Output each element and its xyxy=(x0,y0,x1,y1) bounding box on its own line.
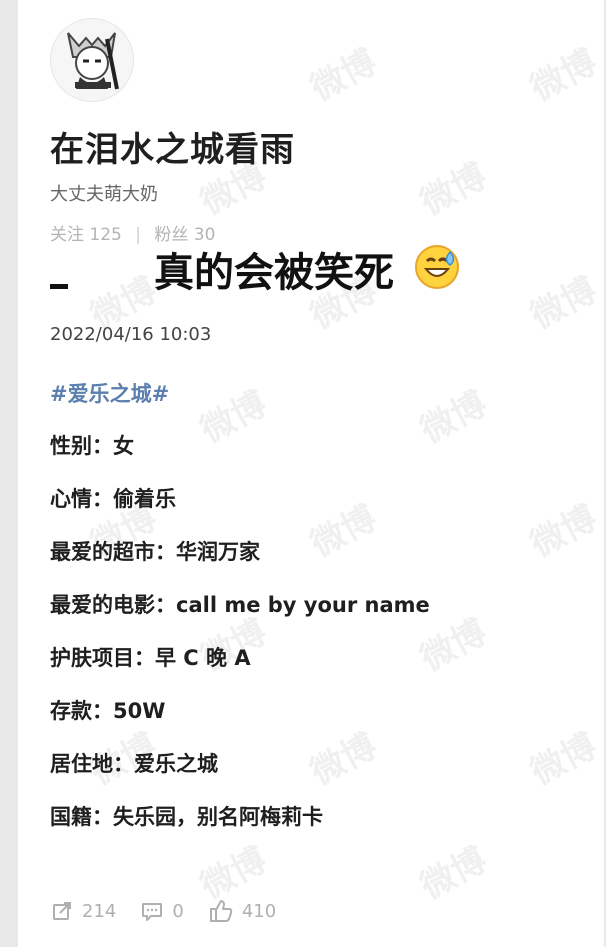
divider: | xyxy=(135,225,141,245)
comment-count: 0 xyxy=(172,900,184,922)
grinning-sweat-emoji-icon xyxy=(414,244,460,300)
like-button[interactable]: 410 xyxy=(208,898,276,924)
avatar[interactable] xyxy=(50,18,134,102)
comment-button[interactable]: 0 xyxy=(140,899,184,923)
overlay-caption: 真的会被笑死 xyxy=(154,240,460,300)
content-line: 国籍：失乐园，别名阿梅莉卡 xyxy=(50,805,323,829)
share-button[interactable]: 214 xyxy=(50,899,116,923)
post-content: 性别：女 心情：偷着乐 最爱的超市：华润万家 最爱的电影：call me by … xyxy=(50,430,430,854)
content-line: 性别：女 xyxy=(50,434,134,458)
content-line: 最爱的电影：call me by your name xyxy=(50,593,430,617)
share-count: 214 xyxy=(82,900,117,922)
content-line: 存款：50W xyxy=(50,699,166,723)
dash-mark xyxy=(50,284,68,289)
content-line: 居住地：爱乐之城 xyxy=(50,752,218,776)
share-icon xyxy=(53,902,71,920)
post-title: 在泪水之城看雨 xyxy=(50,130,295,170)
content-line: 护肤项目：早 C 晚 A xyxy=(50,646,251,670)
like-count: 410 xyxy=(241,900,277,922)
thumbs-up-icon xyxy=(209,900,233,922)
post-date: 2022/04/16 10:03 xyxy=(50,324,212,345)
comment-icon xyxy=(142,903,163,921)
action-bar: 214 0 410 xyxy=(50,898,300,924)
username[interactable]: 大丈夫萌大奶 xyxy=(50,180,158,206)
hashtag-link[interactable]: #爱乐之城# xyxy=(50,378,169,408)
content-line: 心情：偷着乐 xyxy=(50,487,176,511)
follow-count[interactable]: 关注 125 xyxy=(50,225,122,245)
overlay-text: 真的会被笑死 xyxy=(154,250,394,296)
content-line: 最爱的超市：华润万家 xyxy=(50,540,260,564)
avatar-image xyxy=(51,19,133,101)
